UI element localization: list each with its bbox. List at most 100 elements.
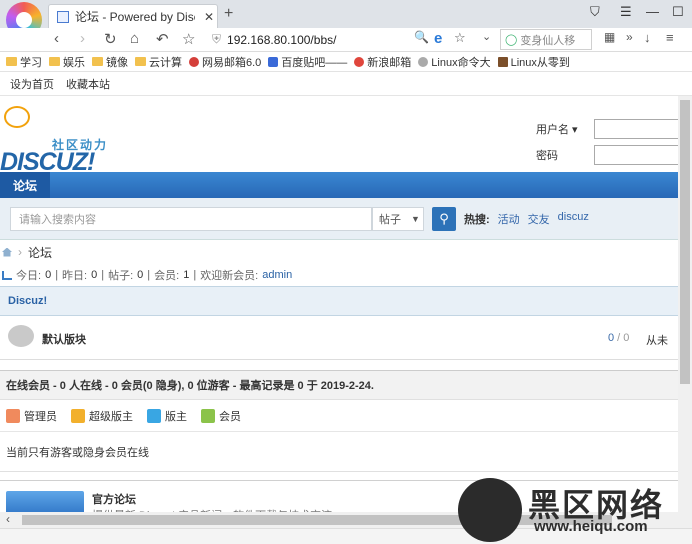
search-bar: 请输入搜索内容 帖子 ▼ ⚲ 热搜: 活动 交友 discuz [0,198,692,240]
scroll-thumb[interactable] [680,100,690,384]
admin-icon [6,408,20,423]
bookmarks-bar: 学习 娱乐 镜像 云计算 网易邮箱6.0 百度贴吧—— 新浪邮箱 Linux命令… [0,52,692,72]
stats-chart-icon [2,270,12,280]
watermark: 黑区网络 www.heiqu.com [458,478,690,544]
forum-bubble-icon [8,325,34,347]
baidu-icon [268,56,279,67]
chevron-down-icon: ▼ [411,214,420,224]
browser-tab[interactable]: 论坛 - Powered by Discuz! ✕ [48,4,218,28]
forum-name[interactable]: 默认版块 [42,331,86,347]
bookmark-folder[interactable]: 云计算 [135,54,182,70]
reload-icon[interactable]: ↻ [104,30,117,48]
shirt-icon[interactable]: ⛉ [590,4,600,20]
close-tab-icon[interactable]: ✕ [201,10,217,24]
more-icon[interactable]: » [626,30,633,44]
newest-member-link[interactable]: admin [262,269,292,281]
bookmark-link[interactable]: 网易邮箱6.0 [189,54,261,70]
legend-moderator: 版主 [147,408,187,424]
bookmark-link[interactable]: 百度贴吧—— [268,54,347,70]
password-input[interactable] [594,145,684,165]
section-header[interactable]: Discuz! [0,286,692,316]
shield-icon: ⛨ [212,32,222,46]
bookmark-folder[interactable]: 娱乐 [49,54,85,70]
search-icon: ⚲ [439,211,449,226]
page-favicon-icon [57,10,69,23]
watermark-logo-icon [458,478,522,542]
url-field[interactable]: ⛨ 192.168.80.100/bbs/ [212,29,470,50]
menu-icon[interactable]: ≡ [666,30,674,45]
home-icon[interactable] [2,247,12,257]
favorite-icon[interactable]: ☆ [454,30,466,46]
username-input[interactable] [594,119,684,139]
zoom-icon[interactable]: 🔍 [414,30,429,44]
online-message: 当前只有游客或隐身会员在线 [0,432,692,472]
apps-icon[interactable]: ▦ [604,30,615,44]
bookmark-folder[interactable]: 镜像 [92,54,128,70]
folder-icon [135,57,146,66]
nav-item-forum[interactable]: 论坛 [0,172,50,198]
forum-row: 默认版块 0 / 0 从未 [0,316,692,360]
stat-yesterday: 0 [91,269,98,281]
password-label: 密码 [536,150,558,162]
site-search-input[interactable]: 请输入搜索内容 [10,207,372,231]
bookmark-link[interactable]: Linux命令大 [418,54,491,70]
site-top-bar: 设为首页 收藏本站 [0,72,692,96]
bookmark-site-link[interactable]: 收藏本站 [66,76,110,92]
login-form: 用户名 ▾ 密码 [536,116,684,168]
forum-counts: 0 / 0 [608,332,630,344]
home-icon[interactable]: ⌂ [130,30,139,47]
search-type-select[interactable]: 帖子 ▼ [372,207,424,231]
forward-icon[interactable]: › [80,30,85,47]
chevron-down-icon[interactable]: ⌄ [482,30,491,43]
discuz-logo[interactable]: 社区动力 DISCUZ! [0,106,120,176]
minimize-icon[interactable]: — [646,4,659,19]
url-text: 192.168.80.100/bbs/ [227,32,337,47]
vertical-scrollbar[interactable] [678,96,692,512]
new-tab-icon[interactable]: + [224,5,233,23]
search-button[interactable]: ⚲ [432,207,456,231]
bookmark-link[interactable]: 新浪邮箱 [354,54,411,70]
search-placeholder: 变身仙人移 [520,34,576,47]
star-icon[interactable]: ☆ [182,30,195,48]
folder-icon [49,57,60,66]
browser-search-input[interactable]: ◯ 变身仙人移 [500,29,592,50]
super-moderator-icon [71,408,85,423]
site-header: 社区动力 DISCUZ! 用户名 ▾ 密码 [0,96,692,176]
stat-posts: 0 [137,269,144,281]
download-icon[interactable]: ↓ [644,30,651,45]
maximize-icon[interactable]: ☐ [672,4,684,20]
globe-icon [418,56,429,67]
tab-title: 论坛 - Powered by Discuz! [75,10,195,24]
bookmark-folder[interactable]: 学习 [6,54,42,70]
bookmark-link[interactable]: Linux从零到 [497,54,570,70]
legend-admin: 管理员 [6,408,57,424]
bubble-icon [4,106,30,128]
hot-search: 热搜: 活动 交友 discuz [464,211,589,227]
username-label: 用户名 ▾ [536,124,578,136]
hot-search-label: 热搜: [464,214,490,226]
stat-members: 1 [183,269,190,281]
mail-icon [189,56,199,67]
search-icon: ◯ [505,34,518,46]
member-legend: 管理员 超级版主 版主 会员 [0,400,692,432]
breadcrumb-separator: › [18,245,22,259]
search-type-value: 帖子 [379,214,401,226]
hot-term[interactable]: 活动 [498,211,520,227]
stat-today: 0 [45,269,52,281]
hot-term[interactable]: 交友 [528,211,550,227]
breadcrumb-current[interactable]: 论坛 [28,244,52,261]
menu-icon[interactable]: ☰ [620,4,632,20]
online-members-header[interactable]: 在线会员 - 0 人在线 - 0 会员(0 隐身), 0 位游客 - 最高记录是… [0,370,692,400]
ie-icon[interactable]: e [434,30,442,47]
set-homepage-link[interactable]: 设为首页 [10,76,54,92]
hot-term[interactable]: discuz [558,211,589,227]
official-forum-name[interactable]: 官方论坛 [92,491,136,507]
breadcrumb: › 论坛 [0,240,692,264]
undo-icon[interactable]: ↶ [156,30,169,48]
back-icon[interactable]: ‹ [54,30,59,47]
scroll-left-icon[interactable]: ‹ [6,512,10,526]
browser-tab-bar: 论坛 - Powered by Discuz! ✕ + ⛉ ☰ — ☐ [0,0,692,38]
main-nav: 论坛 [0,172,692,198]
member-icon [201,408,215,423]
legend-member: 会员 [201,408,241,424]
